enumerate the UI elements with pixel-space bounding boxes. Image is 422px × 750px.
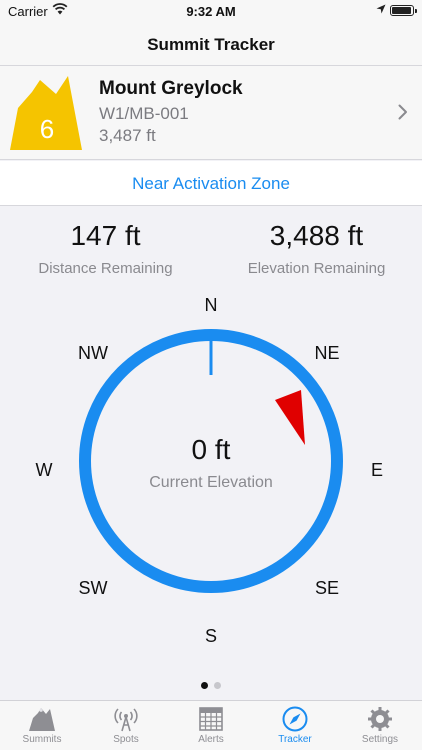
svg-text:6: 6 (40, 114, 54, 144)
battery-icon (390, 5, 417, 16)
tab-spots[interactable]: Spots (84, 701, 168, 750)
page-dot-2[interactable] (214, 682, 221, 689)
summit-code: W1/MB-001 (99, 104, 189, 123)
direction-s: S (204, 626, 217, 646)
clock: 9:32 AM (186, 4, 236, 19)
elevation-remaining-label: Elevation Remaining (247, 260, 386, 277)
tab-label-summits: Summits (22, 734, 62, 745)
gear-icon (368, 707, 392, 731)
page-title: Summit Tracker (147, 35, 275, 54)
status-bar: Carrier 9:32 AM (0, 0, 422, 24)
direction-sw: SW (78, 578, 108, 598)
distance-stat: 147 ft Distance Remaining (0, 220, 211, 277)
summit-points-badge: 6 (10, 76, 82, 150)
direction-ne: NE (314, 343, 340, 363)
navigation-bar: Summit Tracker (0, 24, 422, 66)
elevation-stat: 3,488 ft Elevation Remaining (211, 220, 422, 277)
zone-status: Near Activation Zone (132, 174, 290, 193)
tab-alerts[interactable]: Alerts (169, 701, 253, 750)
activation-zone-banner: Near Activation Zone (0, 161, 422, 206)
mountain-icon (29, 708, 55, 731)
stats-panel: 147 ft Distance Remaining 3,488 ft Eleva… (0, 206, 422, 296)
direction-w: W (35, 460, 53, 480)
direction-n: N (204, 295, 218, 315)
page-indicator[interactable] (0, 676, 422, 689)
location-arrow-icon (376, 4, 386, 14)
direction-se: SE (314, 578, 339, 598)
direction-e: E (370, 460, 383, 480)
radio-tower-icon (114, 708, 138, 732)
tab-label-spots: Spots (113, 734, 139, 745)
page-dot-1[interactable] (201, 682, 208, 689)
chevron-right-icon (398, 104, 407, 120)
tab-label-settings: Settings (361, 734, 399, 745)
tab-tracker[interactable]: Tracker (253, 701, 337, 750)
compass-icon (282, 706, 308, 732)
current-elevation-value: 0 ft (191, 434, 231, 465)
tab-label-alerts: Alerts (198, 734, 224, 745)
summit-elevation: 3,487 ft (99, 126, 156, 145)
elevation-remaining-value: 3,488 ft (269, 220, 364, 251)
calendar-icon (199, 707, 223, 731)
tab-summits[interactable]: Summits (0, 701, 84, 750)
current-elevation-readout: 0 ft Current Elevation (111, 434, 311, 492)
distance-value: 147 ft (70, 220, 141, 251)
current-elevation-label: Current Elevation (149, 474, 273, 491)
tab-bar: Summits Spots Alerts Tracker Settings (0, 700, 422, 750)
compass: N NE E SE S SW W NW 0 ft Current Elevati… (0, 286, 422, 666)
direction-nw: NW (78, 343, 108, 363)
tab-label-tracker: Tracker (278, 734, 312, 745)
distance-label: Distance Remaining (38, 260, 173, 277)
summit-card[interactable]: 6 Mount Greylock W1/MB-001 3,487 ft (0, 66, 422, 160)
summit-name: Mount Greylock (99, 78, 243, 99)
tab-settings[interactable]: Settings (338, 701, 422, 750)
